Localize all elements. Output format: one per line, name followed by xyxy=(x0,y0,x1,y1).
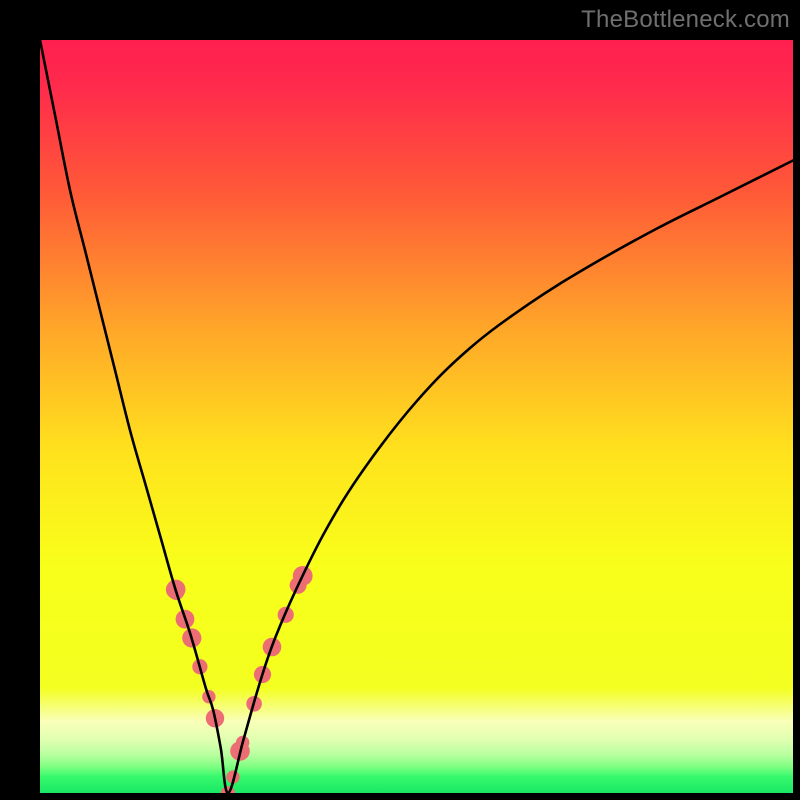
plot-area xyxy=(40,40,793,793)
bottleneck-curve xyxy=(40,40,793,793)
chart-stage: TheBottleneck.com xyxy=(0,0,800,800)
watermark-text: TheBottleneck.com xyxy=(581,6,790,34)
curve-layer xyxy=(40,40,793,793)
